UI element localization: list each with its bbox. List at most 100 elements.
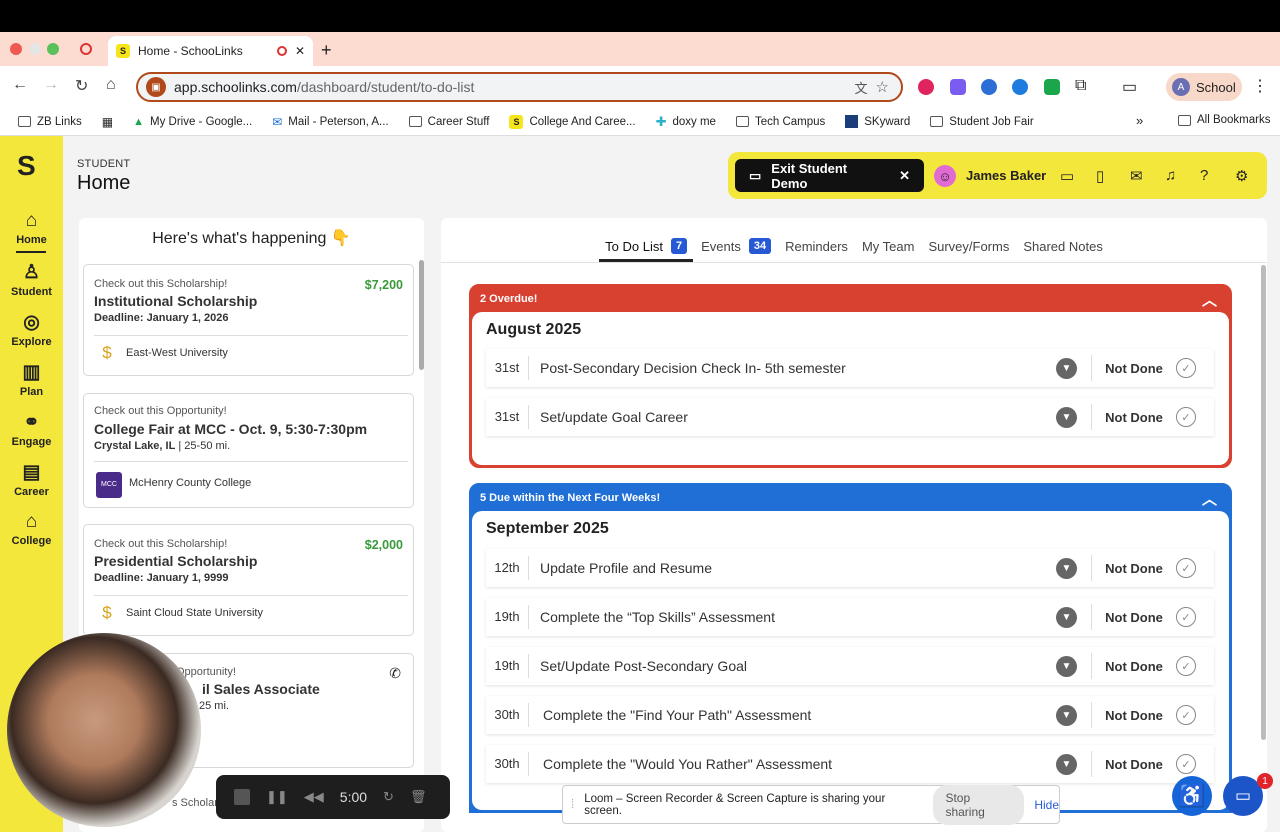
todo-status: Not Done [1105,409,1163,425]
right-scrollbar[interactable] [1261,265,1266,740]
stop-icon[interactable] [234,789,250,805]
accessibility-icon[interactable]: ♿ [1172,776,1212,816]
browser-tab-active[interactable]: S Home - SchooLinks ✕ [108,36,313,66]
check-circle-icon[interactable]: ✓ [1176,607,1196,627]
chevron-down-icon[interactable]: ▼ [1056,655,1077,677]
user-name[interactable]: James Baker [966,168,1046,183]
document-icon[interactable]: ▯ [1096,167,1104,185]
pinterest-extension-icon[interactable] [918,79,934,95]
sidebar-item-plan[interactable]: ▥ Plan [0,362,63,398]
bookmark-item[interactable]: ✚ doxy me [656,114,716,130]
todo-row[interactable]: 19th Set/Update Post-Secondary Goal ▼ No… [486,647,1214,685]
opportunity-card[interactable]: Check out this Scholarship! $2,000 Presi… [83,524,414,636]
check-circle-icon[interactable]: ✓ [1176,656,1196,676]
avatar[interactable]: ☺ [934,165,956,187]
tab-survey-forms[interactable]: Survey/Forms [928,230,1009,262]
tab-reminders[interactable]: Reminders [785,230,848,262]
extension-icon[interactable] [1044,79,1060,95]
cast-icon[interactable]: ▭ [1122,77,1137,97]
restart-icon[interactable]: ↻ [383,789,394,805]
check-circle-icon[interactable]: ✓ [1176,558,1196,578]
wallet-icon[interactable]: ▭ [1060,167,1074,185]
all-bookmarks[interactable]: All Bookmarks [1178,114,1271,126]
bookmark-item[interactable]: S College And Caree... [509,114,636,129]
back-button[interactable]: ← [12,76,28,94]
translate-icon[interactable]: 文 [855,78,868,97]
left-scrollbar[interactable] [419,260,424,370]
bookmark-item[interactable]: SKyward [845,115,910,128]
exit-student-demo-button[interactable]: ▭ Exit Student Demo ✕ [735,159,924,192]
chevron-down-icon[interactable]: ▼ [1056,406,1077,428]
bookmark-item[interactable]: Student Job Fair [930,116,1034,128]
address-bar[interactable]: ▣ app.schoolinks.com/dashboard/student/t… [136,72,903,102]
chevron-down-icon[interactable]: ▼ [1056,357,1077,379]
chevron-down-icon[interactable]: ▼ [1056,753,1077,775]
tab-shared-notes[interactable]: Shared Notes [1023,230,1103,262]
tab-to-do-list[interactable]: To Do List 7 [599,230,694,262]
todo-row[interactable]: 31st Post-Secondary Decision Check In- 5… [486,349,1214,387]
chevron-down-icon[interactable]: ▼ [1056,606,1077,628]
pause-icon[interactable]: ❚❚ [266,789,288,805]
bookmark-item[interactable]: Tech Campus [735,116,825,128]
mail-icon[interactable]: ✉ [1130,167,1143,185]
help-icon[interactable]: ? [1200,167,1208,184]
group-header[interactable]: 5 Due within the Next Four Weeks! ︿ [472,486,1229,511]
sidebar-item-engage[interactable]: ⚭ Engage [0,412,63,448]
stop-sharing-button[interactable]: Stop sharing [933,784,1025,825]
tab-close-icon[interactable]: ✕ [295,44,305,58]
close-window-button[interactable] [10,43,22,55]
overdue-group: 2 Overdue! ︿ August 2025 31st Post-Second… [469,284,1232,468]
todo-row[interactable]: 30th Complete the "Find Your Path" Asses… [486,696,1214,734]
opportunity-card[interactable]: Check out this Scholarship! $7,200 Insti… [83,264,414,376]
sidebar-item-college[interactable]: ⌂ College [0,511,63,547]
forward-button[interactable]: → [43,76,59,94]
sidebar-item-career[interactable]: ▤ Career [0,462,63,498]
sidebar-item-home[interactable]: ⌂ Home [0,210,63,246]
todo-day: 19th [486,605,529,629]
rewind-icon[interactable]: ◀◀ [304,789,324,805]
chevron-down-icon[interactable]: ▼ [1056,704,1077,726]
todo-row[interactable]: 31st Set/update Goal Career ▼ Not Done ✓ [486,398,1214,436]
check-circle-icon[interactable]: ✓ [1176,407,1196,427]
gear-icon[interactable]: ⚙ [1235,167,1248,185]
bookmark-item[interactable]: ▦ [102,115,113,129]
chevron-down-icon[interactable]: ▼ [1056,557,1077,579]
sidebar-item-student[interactable]: ♙ Student [0,262,63,298]
minimize-window-button[interactable] [29,43,41,55]
check-circle-icon[interactable]: ✓ [1176,358,1196,378]
trash-icon[interactable]: 🗑 [410,789,427,805]
sidebar-item-explore[interactable]: ◎ Explore [0,312,63,348]
new-tab-button[interactable]: + [321,40,332,61]
drag-handle-icon[interactable]: ⁞ [571,799,574,811]
more-bookmarks-icon[interactable]: » [1136,113,1143,128]
home-button[interactable]: ⌂ [106,76,116,94]
bookmark-item[interactable]: ✉ Mail - Peterson, A... [272,115,388,129]
todo-row[interactable]: 30th Complete the "Would You Rather" Ass… [486,745,1214,783]
tab-my-team[interactable]: My Team [862,230,915,262]
group-header[interactable]: 2 Overdue! ︿ [472,287,1229,312]
tab-events[interactable]: Events 34 [701,230,772,262]
bookmark-star-icon[interactable]: ☆ [876,78,889,96]
check-circle-icon[interactable]: ✓ [1176,705,1196,725]
bookmark-item[interactable]: ▲ My Drive - Google... [133,116,252,128]
todo-row[interactable]: 12th Update Profile and Resume ▼ Not Don… [486,549,1214,587]
chevron-up-icon[interactable]: ︿ [1202,488,1217,509]
opportunity-card[interactable]: Check out this Opportunity! College Fair… [83,393,414,508]
check-circle-icon[interactable]: ✓ [1176,754,1196,774]
todo-row[interactable]: 19th Complete the “Top Skills” Assessmen… [486,598,1214,636]
hide-link[interactable]: Hide [1034,798,1059,812]
extension-icon[interactable] [950,79,966,95]
bell-icon[interactable]: ♫ [1165,167,1176,184]
shield-extension-icon[interactable] [981,79,997,95]
site-info-icon[interactable]: ▣ [146,77,166,97]
reload-button[interactable]: ↻ [75,76,88,96]
puzzle-icon[interactable]: ⧉ [1075,77,1086,95]
webcam-bubble[interactable] [7,633,201,827]
profile-button[interactable]: A School [1166,73,1242,101]
bookmark-item[interactable]: ZB Links [18,116,82,128]
menu-icon[interactable]: ⋮ [1252,76,1268,96]
chevron-up-icon[interactable]: ︿ [1202,289,1217,310]
extension-icon[interactable] [1012,79,1028,95]
bookmark-item[interactable]: Career Stuff [408,116,489,128]
maximize-window-button[interactable] [47,43,59,55]
